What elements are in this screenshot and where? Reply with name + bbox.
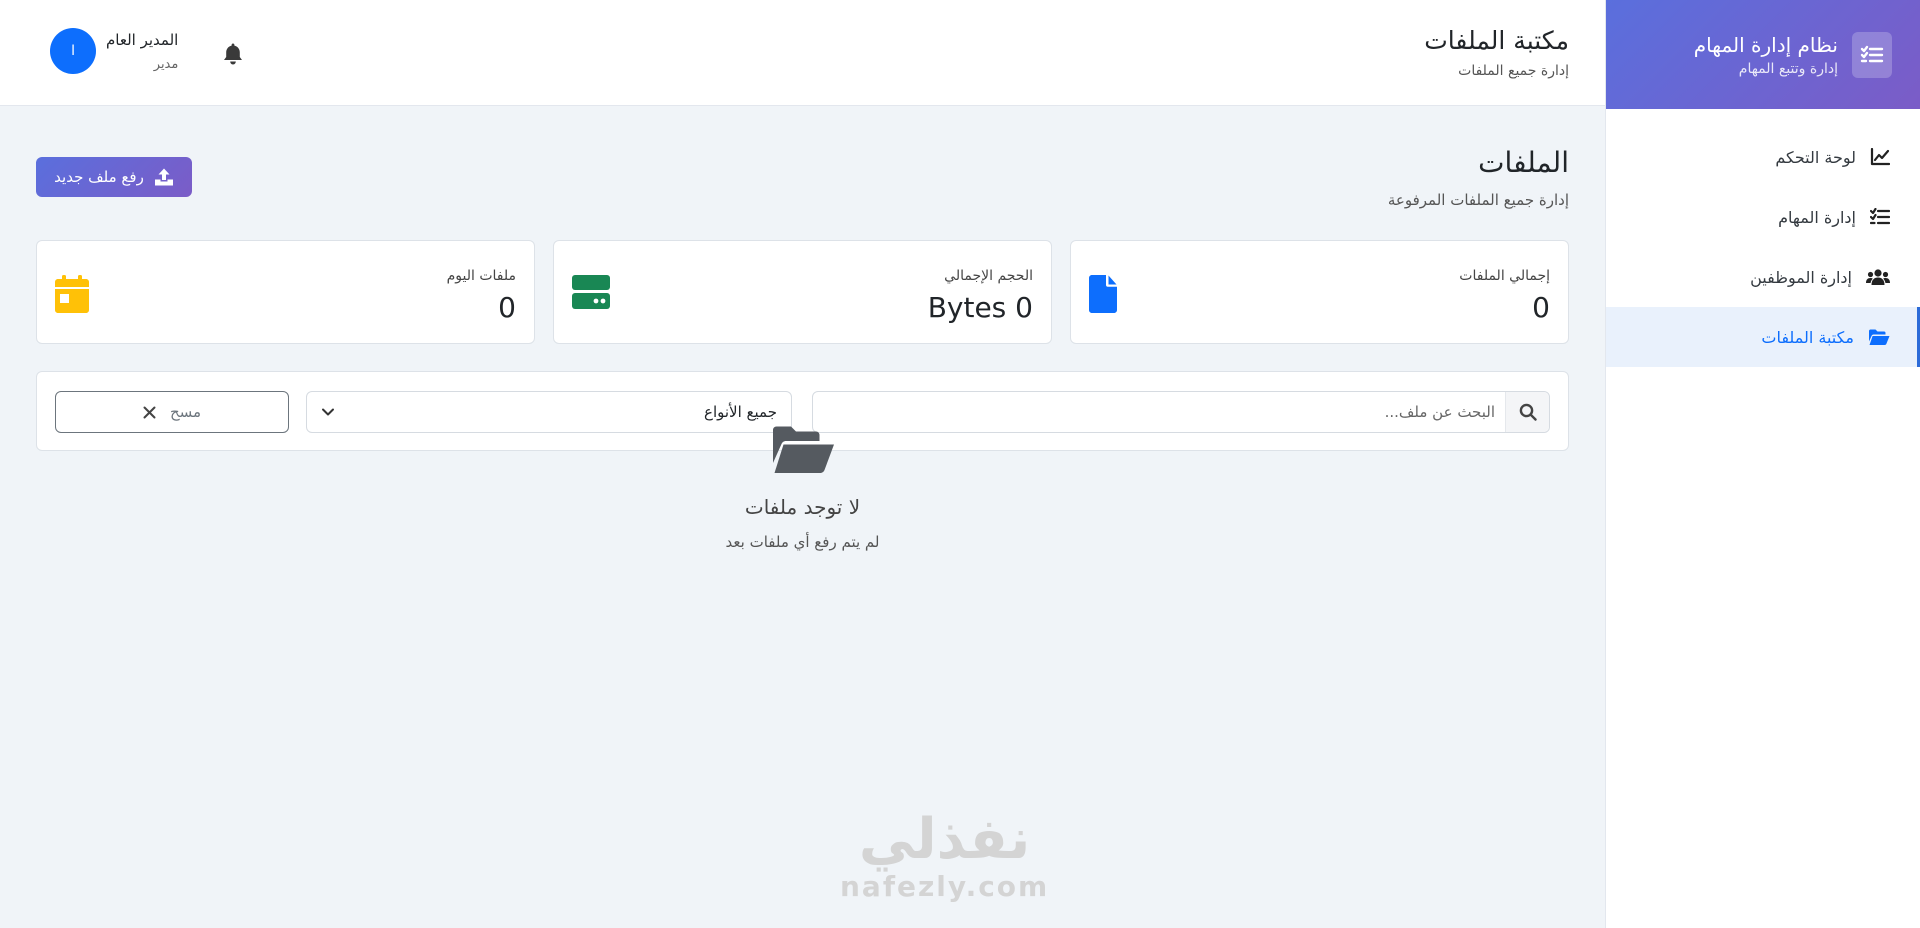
- clear-button-label: مسح: [169, 403, 202, 421]
- sidebar-brand: نظام إدارة المهام إدارة وتتبع المهام: [1606, 0, 1920, 109]
- stat-card-total-size: الحجم الإجمالي 0 Bytes: [553, 240, 1052, 344]
- file-type-selected: جميع الأنواع: [704, 403, 777, 421]
- stat-value: 0: [1532, 291, 1550, 324]
- close-icon: [143, 406, 156, 418]
- sidebar-item-dashboard[interactable]: لوحة التحكم: [1606, 127, 1920, 187]
- user-menu[interactable]: المدير العام مدير ا: [50, 28, 178, 74]
- watermark-logo: نفذلي nafezly.com: [840, 810, 1049, 904]
- stat-card-today-files: ملفات اليوم 0: [36, 240, 535, 344]
- brand-subtitle: إدارة وتتبع المهام: [1738, 60, 1838, 77]
- header-subtitle: إدارة جميع الملفات: [1458, 63, 1569, 79]
- folder-open-icon: [772, 426, 834, 473]
- page-subtitle: إدارة جميع الملفات المرفوعة: [1387, 191, 1569, 209]
- tasks-list-icon: [1852, 31, 1892, 78]
- upload-button-label: رفع ملف جديد: [54, 168, 144, 186]
- stat-label: الحجم الإجمالي: [944, 268, 1033, 284]
- avatar[interactable]: ا: [50, 28, 96, 74]
- stat-value: 0 Bytes: [927, 291, 1033, 324]
- sidebar-item-label: لوحة التحكم: [1775, 147, 1856, 167]
- stat-value: 0: [498, 291, 516, 324]
- sidebar-item-label: إدارة الموظفين: [1750, 267, 1852, 287]
- upload-file-button[interactable]: رفع ملف جديد: [36, 157, 192, 197]
- sidebar-item-label: إدارة المهام: [1778, 207, 1856, 227]
- page-title: الملفات: [1478, 146, 1569, 179]
- watermark-latin: nafezly.com: [840, 870, 1050, 903]
- user-role: مدير: [153, 56, 179, 72]
- empty-state: لا توجد ملفات لم يتم رفع أي ملفات بعد: [36, 425, 1569, 551]
- tasks-icon: [1870, 208, 1890, 225]
- sidebar-item-label: مكتبة الملفات: [1761, 327, 1854, 347]
- stat-card-total-files: إجمالي الملفات 0: [1070, 240, 1569, 344]
- upload-icon: [154, 168, 173, 186]
- sidebar-item-files[interactable]: مكتبة الملفات: [1606, 307, 1920, 367]
- header-title: مكتبة الملفات: [1424, 26, 1569, 55]
- users-icon: [1866, 269, 1890, 285]
- sidebar: نظام إدارة المهام إدارة وتتبع المهام لوح…: [1605, 0, 1920, 928]
- file-icon: [1089, 275, 1117, 317]
- sidebar-item-tasks[interactable]: إدارة المهام: [1606, 187, 1920, 247]
- hdd-icon: [572, 275, 610, 313]
- sidebar-item-employees[interactable]: إدارة الموظفين: [1606, 247, 1920, 307]
- folder-open-icon: [1869, 329, 1890, 345]
- sidebar-nav: لوحة التحكم إدارة المهام إدارة الموظفين …: [1606, 127, 1920, 367]
- notification-bell-icon[interactable]: [222, 42, 244, 70]
- empty-state-title: لا توجد ملفات: [744, 495, 861, 519]
- calendar-icon: [55, 275, 89, 317]
- chart-line-icon: [1870, 148, 1890, 166]
- stat-label: إجمالي الملفات: [1459, 268, 1550, 284]
- stat-label: ملفات اليوم: [446, 268, 516, 284]
- chevron-down-icon: [322, 408, 334, 416]
- empty-state-subtitle: لم يتم رفع أي ملفات بعد: [725, 533, 880, 551]
- brand-title: نظام إدارة المهام: [1693, 32, 1838, 57]
- top-header: مكتبة الملفات إدارة جميع الملفات المدير …: [0, 0, 1605, 106]
- watermark-arabic: نفذلي: [858, 807, 1031, 872]
- user-name: المدير العام: [106, 30, 179, 49]
